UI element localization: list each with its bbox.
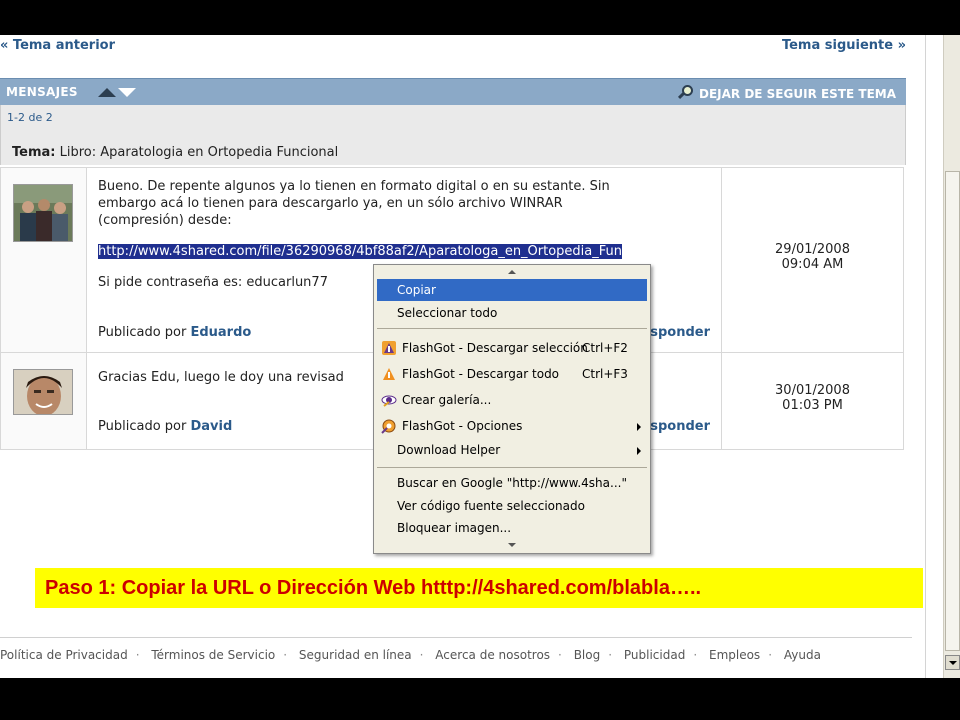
messages-header-bar: MENSAJES DEJAR DE SEGUIR ESTE TEMA — [0, 78, 906, 105]
menu-item-download-helper[interactable]: Download Helper — [377, 439, 647, 461]
menu-item-label: Ver código fuente seleccionado — [397, 499, 585, 513]
avatar[interactable] — [13, 369, 73, 415]
menu-item-label: Crear galería... — [402, 393, 492, 407]
page-gutter — [925, 35, 926, 678]
footer-divider — [0, 637, 912, 638]
flashgot-options-icon — [381, 418, 397, 434]
post-date-cell: 29/01/2008 09:04 AM — [721, 168, 903, 352]
menu-separator — [377, 328, 647, 329]
flashgot-icon — [381, 366, 397, 382]
eye-icon — [381, 392, 397, 408]
unfollow-topic-link[interactable]: DEJAR DE SEGUIR ESTE TEMA — [677, 85, 896, 101]
reply-link[interactable]: sponder — [650, 419, 710, 434]
menu-item-shortcut: Ctrl+F2 — [582, 341, 628, 355]
menu-item-label: FlashGot - Descargar todo — [402, 367, 560, 381]
topic-title: Tema: Libro: Aparatologia en Ortopedia F… — [12, 145, 338, 160]
magnifier-icon — [677, 85, 695, 101]
unfollow-label: DEJAR DE SEGUIR ESTE TEMA — [699, 87, 896, 101]
menu-item-block-image[interactable]: Bloquear imagen... — [377, 517, 647, 539]
menu-item-view-source[interactable]: Ver código fuente seleccionado — [377, 495, 647, 517]
menu-separator — [377, 467, 647, 468]
sort-down-icon[interactable] — [118, 88, 136, 97]
footer-separator: · — [135, 648, 140, 662]
post-date-cell: 30/01/2008 01:03 PM — [721, 353, 903, 449]
submenu-arrow-icon — [637, 423, 641, 431]
next-topic-link[interactable]: Tema siguiente » — [782, 38, 906, 53]
footer-separator: · — [768, 648, 773, 662]
avatar-cell — [1, 168, 87, 352]
post-date: 29/01/2008 — [775, 242, 850, 257]
tutorial-caption: Paso 1: Copiar la URL o Dirección Web ht… — [35, 568, 923, 608]
published-by-label: Publicado por — [98, 419, 187, 434]
menu-item-label: FlashGot - Opciones — [402, 419, 523, 433]
footer-separator: · — [558, 648, 562, 662]
menu-item-label: Buscar en Google "http://www.4sha..." — [397, 476, 627, 490]
post-time: 01:03 PM — [782, 398, 843, 413]
menu-item-label: Seleccionar todo — [397, 306, 498, 320]
menu-item-label: Download Helper — [397, 443, 501, 457]
footer-link-privacy[interactable]: Política de Privacidad — [0, 648, 128, 662]
footer-link-help[interactable]: Ayuda — [784, 648, 821, 662]
post-line: (compresión) desde: — [98, 213, 232, 228]
author-link[interactable]: Eduardo — [190, 325, 251, 340]
post-line: embargo acá lo tienen para descargarlo y… — [98, 196, 563, 211]
footer-link-advertising[interactable]: Publicidad — [624, 648, 685, 662]
footer-link-blog[interactable]: Blog — [574, 648, 601, 662]
post-time: 09:04 AM — [781, 257, 844, 272]
message-count: 1-2 de 2 — [7, 111, 53, 124]
menu-item-label: FlashGot - Descargar selección — [402, 341, 588, 355]
avatar[interactable] — [13, 184, 73, 242]
footer-separator: · — [419, 648, 424, 662]
post-text: Gracias Edu, luego le doy una revisad — [98, 369, 344, 386]
messages-title: MENSAJES — [6, 85, 78, 99]
menu-item-flashgot-options[interactable]: FlashGot - Opciones — [377, 415, 647, 437]
post-author-line: Publicado por David — [98, 419, 232, 434]
context-menu: Copiar Seleccionar todo FlashGot - Desca… — [373, 264, 651, 554]
menu-item-select-all[interactable]: Seleccionar todo — [377, 302, 647, 324]
footer-link-security[interactable]: Seguridad en línea — [299, 648, 412, 662]
selected-url[interactable]: http://www.4shared.com/file/36290968/4bf… — [98, 244, 623, 259]
menu-item-flashgot-all[interactable]: FlashGot - Descargar todo Ctrl+F3 — [377, 363, 647, 385]
post-line: Bueno. De repente algunos ya lo tienen e… — [98, 179, 610, 194]
menu-item-copy[interactable]: Copiar — [377, 279, 647, 301]
footer-link-terms[interactable]: Términos de Servicio — [151, 648, 275, 662]
menu-scroll-up-icon[interactable] — [508, 270, 516, 274]
menu-item-flashgot-selection[interactable]: FlashGot - Descargar selección Ctrl+F2 — [377, 337, 647, 359]
footer-link-about[interactable]: Acerca de nosotros — [435, 648, 550, 662]
menu-item-label: Copiar — [397, 283, 436, 297]
menu-item-create-gallery[interactable]: Crear galería... — [377, 389, 647, 411]
topic-name: Libro: Aparatologia en Ortopedia Funcion… — [59, 145, 339, 160]
menu-scroll-down-icon[interactable] — [508, 543, 516, 547]
author-link[interactable]: David — [190, 419, 232, 434]
submenu-arrow-icon — [637, 447, 641, 455]
avatar-cell — [1, 353, 87, 449]
topic-label: Tema: — [12, 145, 56, 160]
previous-topic-link[interactable]: « Tema anterior — [0, 38, 115, 53]
footer-separator: · — [693, 648, 698, 662]
published-by-label: Publicado por — [98, 325, 187, 340]
post-author-line: Publicado por Eduardo — [98, 325, 251, 340]
post-date: 30/01/2008 — [775, 383, 850, 398]
footer-link-jobs[interactable]: Empleos — [709, 648, 760, 662]
sort-up-icon[interactable] — [98, 88, 116, 97]
menu-item-shortcut: Ctrl+F3 — [582, 367, 628, 381]
reply-link[interactable]: sponder — [650, 325, 710, 340]
scrollbar-thumb[interactable] — [945, 171, 960, 651]
flashgot-icon — [381, 340, 397, 356]
menu-item-search-google[interactable]: Buscar en Google "http://www.4sha..." — [377, 472, 647, 494]
thread-info: 1-2 de 2 Tema: Libro: Aparatologia en Or… — [0, 105, 906, 165]
scroll-down-button[interactable] — [945, 655, 960, 670]
footer-separator: · — [283, 648, 288, 662]
footer-separator: · — [608, 648, 613, 662]
footer-links: Política de Privacidad · Términos de Serv… — [0, 648, 821, 662]
vertical-scrollbar[interactable] — [943, 35, 960, 678]
menu-item-label: Bloquear imagen... — [397, 521, 512, 535]
post-line: Gracias Edu, luego le doy una revisad — [98, 370, 344, 385]
